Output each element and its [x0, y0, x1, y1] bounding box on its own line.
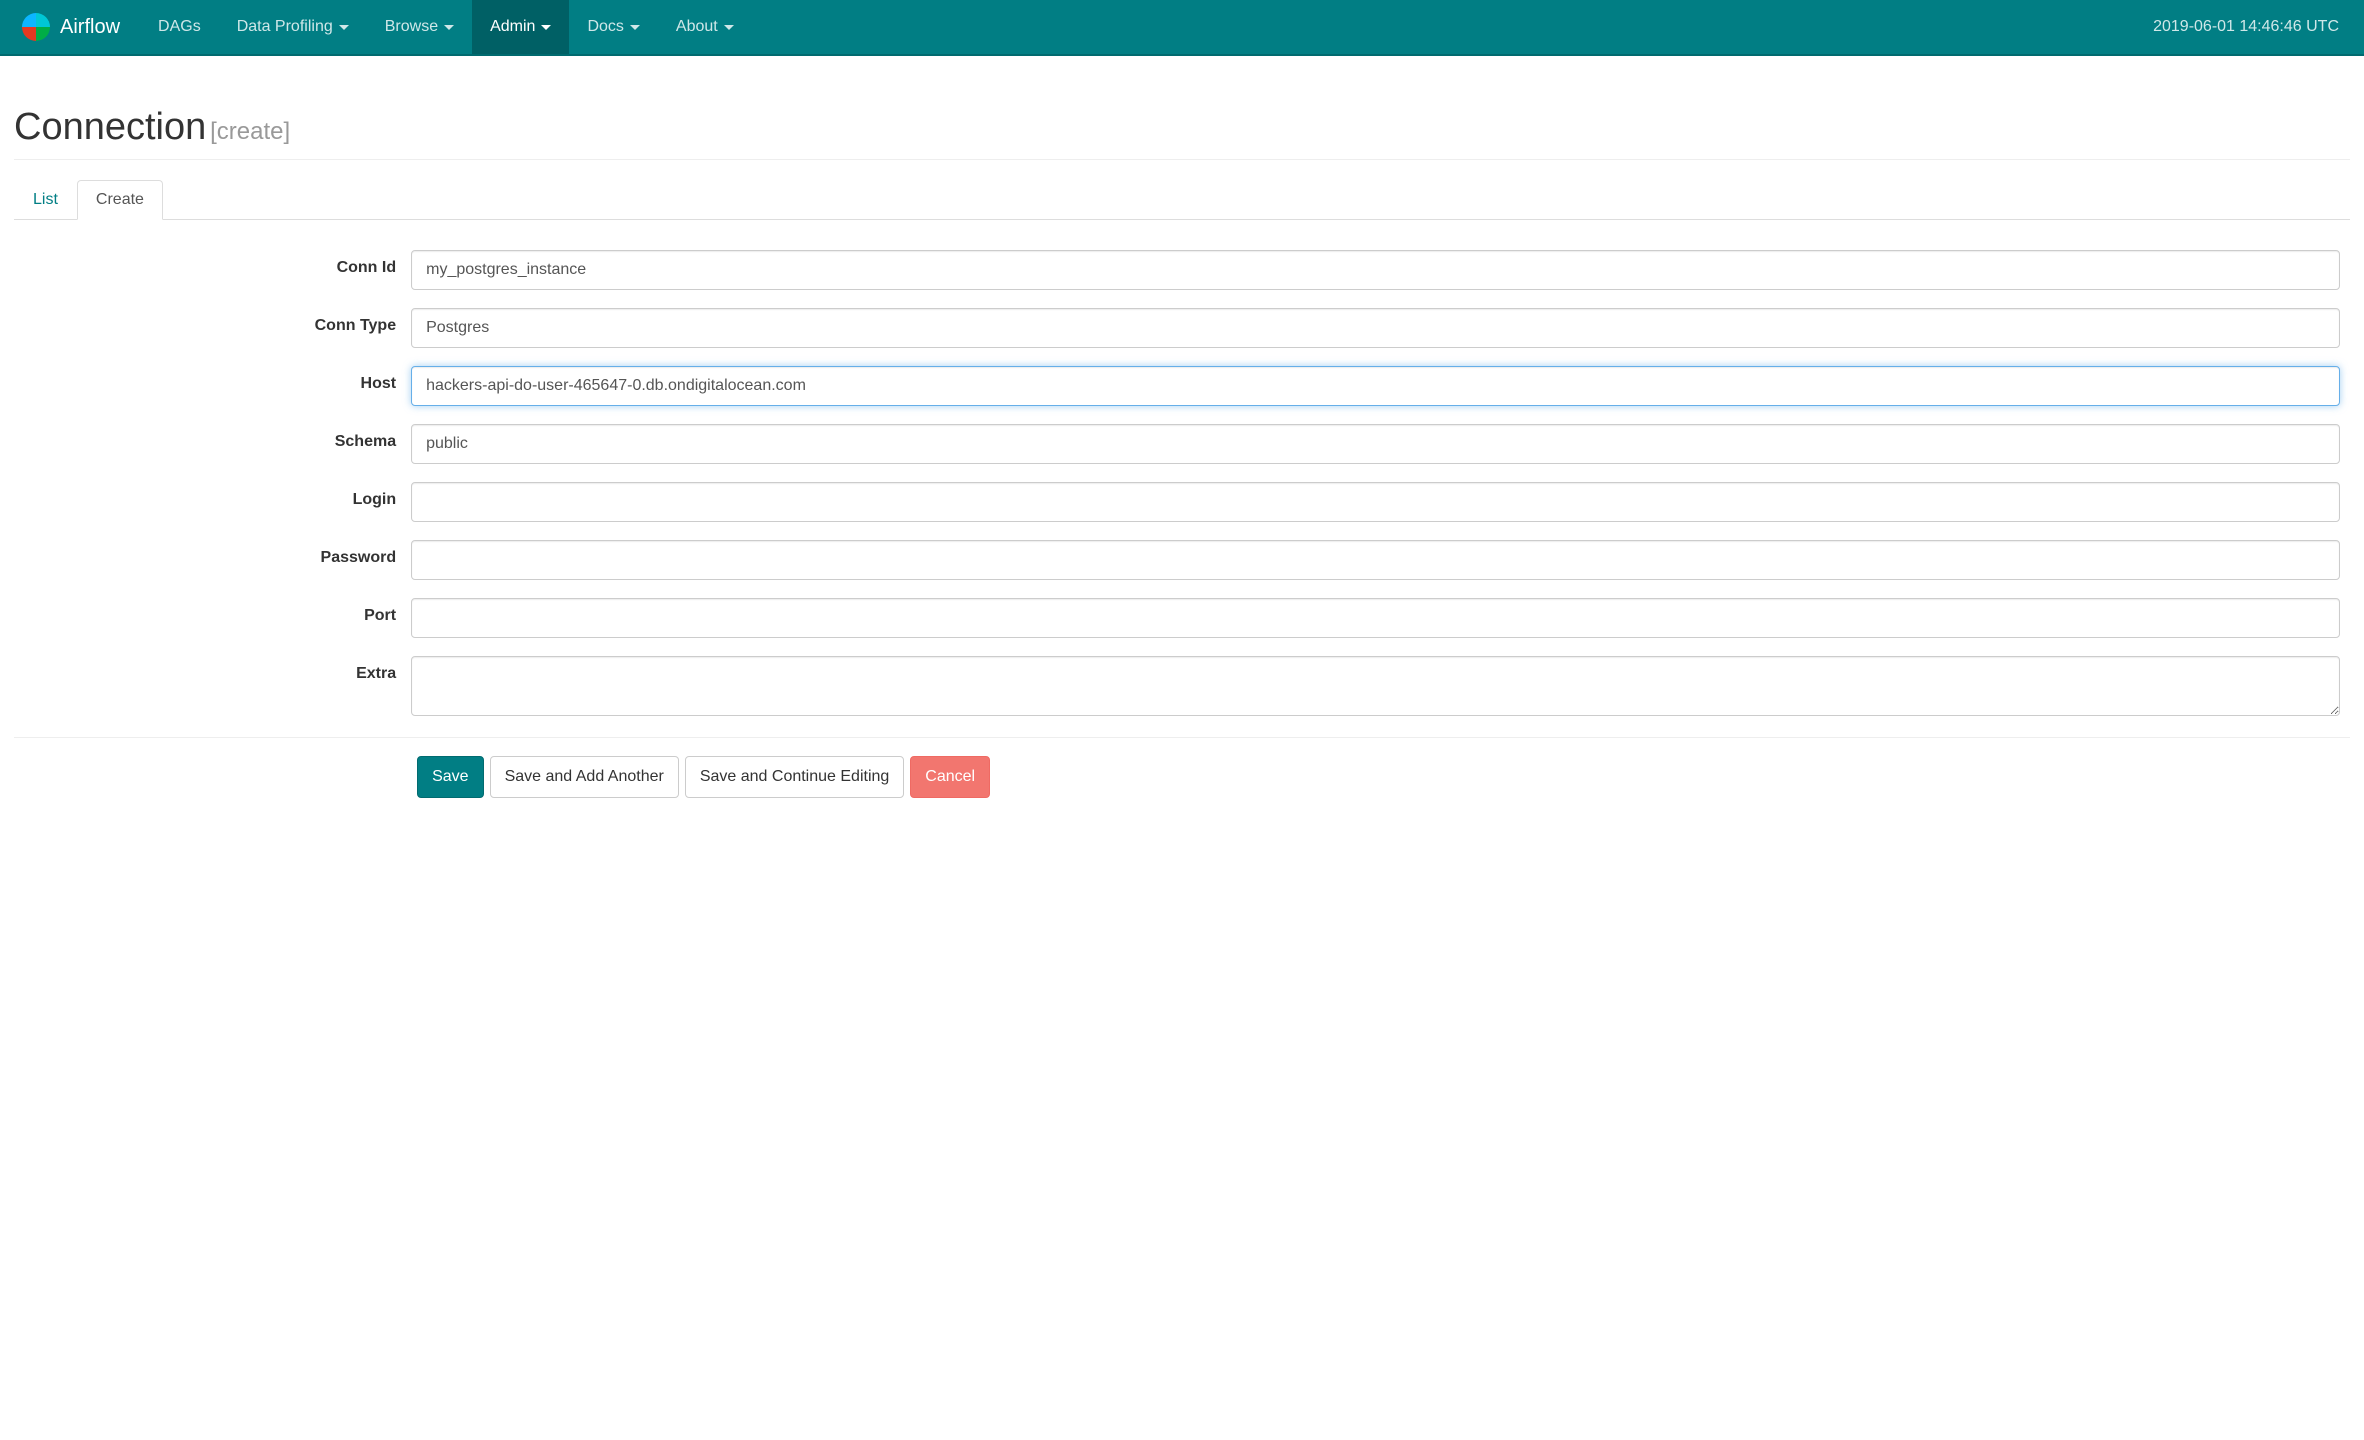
nav-tabs: ListCreate — [14, 180, 2350, 220]
form-group-conn-id: Conn Id — [14, 250, 2350, 290]
navbar-clock: 2019-06-01 14:46:46 UTC — [2153, 18, 2344, 36]
chevron-down-icon — [630, 25, 640, 30]
tab-create[interactable]: Create — [77, 180, 163, 220]
label-conn-type: Conn Type — [14, 308, 411, 348]
label-conn-id: Conn Id — [14, 250, 411, 290]
label-login: Login — [14, 482, 411, 522]
nav-item-docs[interactable]: Docs — [569, 0, 657, 54]
nav-item-about[interactable]: About — [658, 0, 752, 54]
tab-list[interactable]: List — [14, 180, 77, 220]
conn-type-input[interactable] — [411, 308, 2340, 348]
brand-text: Airflow — [60, 16, 120, 39]
connection-form: Conn Id Conn Type Host Schema Login Password P… — [14, 250, 2350, 798]
chevron-down-icon — [541, 25, 551, 30]
label-schema: Schema — [14, 424, 411, 464]
chevron-down-icon — [339, 25, 349, 30]
label-host: Host — [14, 366, 411, 406]
page-title: Connection — [14, 106, 206, 148]
nav-item-label: About — [676, 18, 718, 36]
form-footer: Save Save and Add Another Save and Conti… — [14, 737, 2350, 798]
form-group-extra: Extra — [14, 656, 2350, 719]
save-add-another-button[interactable]: Save and Add Another — [490, 756, 679, 798]
navbar: Airflow DAGs Data Profiling Browse Admin Doc… — [0, 0, 2364, 56]
cancel-button[interactable]: Cancel — [910, 756, 990, 798]
airflow-logo-icon — [20, 11, 52, 43]
extra-input[interactable] — [411, 656, 2340, 716]
host-input[interactable] — [411, 366, 2340, 406]
nav-item-data-profiling[interactable]: Data Profiling — [219, 0, 367, 54]
nav-item-label: Admin — [490, 18, 535, 36]
form-group-password: Password — [14, 540, 2350, 580]
chevron-down-icon — [724, 25, 734, 30]
nav-item-browse[interactable]: Browse — [367, 0, 472, 54]
label-port: Port — [14, 598, 411, 638]
login-input[interactable] — [411, 482, 2340, 522]
form-group-port: Port — [14, 598, 2350, 638]
schema-input[interactable] — [411, 424, 2340, 464]
navbar-brand[interactable]: Airflow — [20, 11, 120, 43]
page-subtitle: [create] — [210, 118, 290, 145]
form-group-host: Host — [14, 366, 2350, 406]
nav-item-dags[interactable]: DAGs — [140, 0, 219, 54]
navbar-nav: DAGs Data Profiling Browse Admin Docs About — [140, 0, 2153, 54]
password-input[interactable] — [411, 540, 2340, 580]
nav-item-admin[interactable]: Admin — [472, 0, 569, 54]
label-extra: Extra — [14, 656, 411, 719]
nav-item-label: DAGs — [158, 18, 201, 36]
page-header: Connection [create] — [14, 76, 2350, 160]
nav-item-label: Browse — [385, 18, 438, 36]
save-continue-button[interactable]: Save and Continue Editing — [685, 756, 904, 798]
form-group-schema: Schema — [14, 424, 2350, 464]
label-password: Password — [14, 540, 411, 580]
form-group-conn-type: Conn Type — [14, 308, 2350, 348]
save-button[interactable]: Save — [417, 756, 483, 798]
chevron-down-icon — [444, 25, 454, 30]
conn-id-input[interactable] — [411, 250, 2340, 290]
port-input[interactable] — [411, 598, 2340, 638]
form-group-login: Login — [14, 482, 2350, 522]
nav-item-label: Data Profiling — [237, 18, 333, 36]
nav-item-label: Docs — [587, 18, 623, 36]
